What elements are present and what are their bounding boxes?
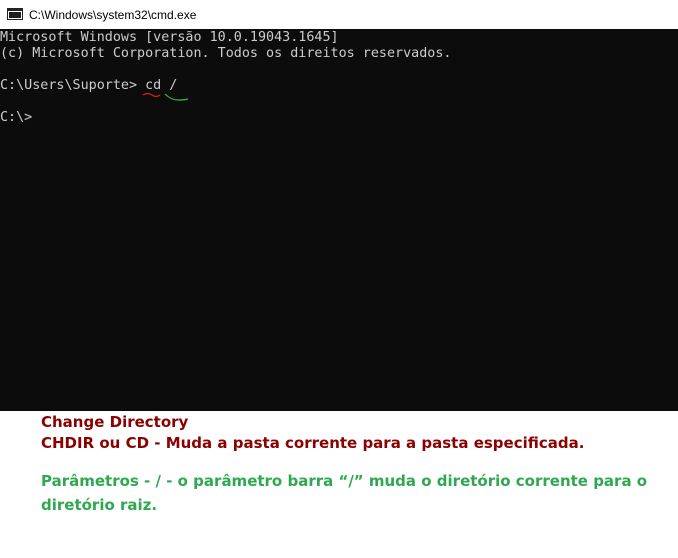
red-underline [142, 92, 161, 98]
window-title: C:\Windows\system32\cmd.exe [29, 8, 197, 22]
green-underline [164, 93, 189, 101]
cmd-icon [7, 8, 23, 20]
console-line-prompt: C:\> [0, 110, 33, 125]
notes-param-line1: Parâmetros - / - o parâmetro barra “/” m… [41, 472, 648, 490]
title-bar[interactable]: C:\Windows\system32\cmd.exe [0, 0, 678, 29]
console-line-copyright: (c) Microsoft Corporation. Todos os dire… [0, 46, 452, 61]
console-area[interactable]: Microsoft Windows [versão 10.0.19043.164… [0, 29, 678, 411]
annotation-squiggle [142, 92, 189, 101]
notes-param-line2: diretório raiz. [41, 496, 158, 514]
console-line-version: Microsoft Windows [versão 10.0.19043.164… [0, 30, 339, 45]
notes-heading: Change Directory [41, 413, 189, 431]
notes-description: CHDIR ou CD - Muda a pasta corrente para… [41, 434, 585, 452]
notes-panel: Change Directory CHDIR ou CD - Muda a pa… [0, 411, 678, 558]
